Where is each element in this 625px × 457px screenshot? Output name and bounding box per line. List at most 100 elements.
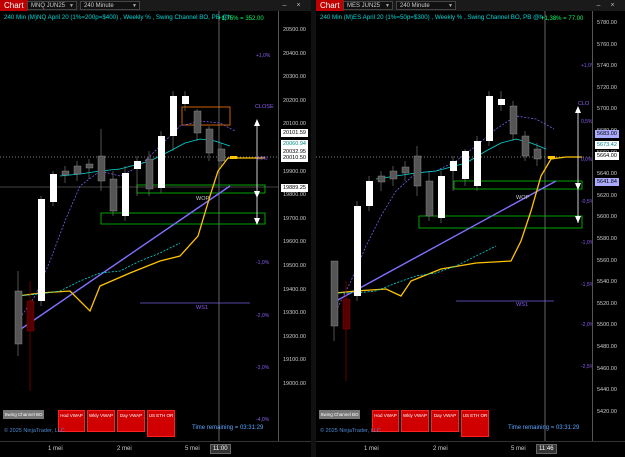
left-time-remaining: Time remaining = 03:31:29 — [192, 425, 264, 431]
price-tick-label: 5420.00 — [597, 408, 617, 415]
ws1-label: WS1 — [516, 302, 528, 308]
wop-label: WOP — [196, 196, 210, 202]
date-label: 2 mei — [433, 446, 448, 452]
left-instrument-value: MNQ JUN25 — [31, 3, 66, 9]
chevron-down-icon: ▼ — [385, 3, 390, 9]
right-instrument-select[interactable]: MES JUN25 ▼ — [343, 1, 393, 10]
percent-level-label: +1,0% — [256, 53, 271, 59]
price-tick-label: 5620.00 — [597, 192, 617, 199]
price-tick-label: 5740.00 — [597, 63, 617, 70]
close-label: CLO — [578, 101, 590, 107]
left-chart-title: 240 Min (M)NQ April 20 (1%=200p=$400) , … — [4, 14, 232, 21]
left-date-axis: 1 mei 2 mei 5 mei 11:00 — [0, 441, 311, 457]
chevron-down-icon: ▼ — [448, 3, 453, 9]
price-tick-label: 5540.00 — [597, 279, 617, 286]
swing-channel-bo-button[interactable]: Swing Channel BO — [319, 410, 360, 419]
date-label: 5 mei — [511, 446, 526, 452]
percent-level-label: -3,0% — [256, 365, 270, 371]
wkly-vwap-button[interactable]: Wkly VWAP — [87, 410, 115, 432]
right-date-axis: 1 mei 2 mei 5 mei 11:46 — [316, 441, 625, 457]
price-tick-label: 5460.00 — [597, 365, 617, 372]
price-marker-box: 5673.42 — [595, 141, 619, 149]
price-tick-label: 5720.00 — [597, 84, 617, 91]
price-tick-label: 19700.00 — [283, 215, 306, 222]
left-copyright: © 2025 NinjaTrader, LLC — [4, 428, 65, 434]
left-price-axis[interactable]: 20500.00 20400.00 20300.00 20200.00 20100.00… — [278, 11, 311, 441]
price-marker-box: 20101.59 — [281, 129, 308, 137]
date-label: 1 mei — [364, 446, 379, 452]
price-tick-label: 19100.00 — [283, 357, 306, 364]
right-chart-panel: Chart MES JUN25 ▼ 240 Minute ▼ – × 240 M… — [316, 0, 625, 457]
left-plot-area[interactable] — [0, 11, 278, 441]
close-label: CLOSE — [255, 104, 274, 110]
price-tick-label: 19900.00 — [283, 168, 306, 175]
price-tick-label: 5580.00 — [597, 236, 617, 242]
percent-level-label: 0,5% — [581, 119, 593, 125]
left-chart-tab[interactable]: Chart — [0, 0, 28, 11]
price-marker-box: 20010.50 — [281, 154, 308, 162]
price-marker-box: 5641.84 — [595, 178, 619, 186]
price-tick-label: 5780.00 — [597, 20, 617, 26]
right-price-axis[interactable]: 5780.005760.005740.005720.005700.005680.… — [592, 11, 625, 441]
minimize-icon[interactable]: – — [594, 1, 603, 10]
price-marker-box: 20060.94 — [281, 140, 308, 148]
left-interval-value: 240 Minute — [84, 3, 114, 9]
left-pct-top: +1,75% = 352.00 — [218, 16, 264, 22]
ws1-label: WS1 — [196, 305, 208, 311]
us-eth-or-button[interactable]: US ETH OR — [147, 410, 175, 437]
chevron-down-icon: ▼ — [69, 3, 74, 9]
percent-level-label: -1,0% — [256, 260, 270, 266]
close-icon[interactable]: × — [294, 1, 303, 10]
price-tick-label: 19600.00 — [283, 239, 306, 246]
right-cursor-time: 11:46 — [536, 444, 557, 454]
right-pct-top: +1,38% = 77.00 — [541, 16, 584, 22]
price-tick-label: 5560.00 — [597, 257, 617, 264]
percent-level-label: -4,0% — [256, 417, 270, 423]
price-tick-label: 19500.00 — [283, 263, 306, 269]
price-tick-label: 5760.00 — [597, 41, 617, 48]
us-eth-or-button[interactable]: US ETH OR — [461, 410, 489, 437]
left-instrument-select[interactable]: MNQ JUN25 ▼ — [27, 1, 77, 10]
day-vwap-button[interactable]: Day VWAP — [431, 410, 459, 432]
price-marker-box: 5683.00 — [595, 130, 619, 138]
swing-channel-bo-button[interactable]: Swing Channel BO — [3, 410, 44, 419]
price-tick-label: 20200.00 — [283, 97, 306, 104]
right-chart-tab[interactable]: Chart — [316, 0, 344, 11]
price-tick-label: 20100.00 — [283, 121, 306, 128]
right-chart-title: 240 Min (M)ES April 20 (1%=50p=$300) , W… — [320, 14, 543, 21]
price-tick-label: 20500.00 — [283, 27, 306, 33]
price-tick-label: 5480.00 — [597, 344, 617, 350]
percent-level-label: 0,0% — [256, 156, 268, 162]
price-tick-label: 20300.00 — [283, 74, 306, 81]
right-time-remaining: Time remaining = 03:31:29 — [508, 425, 580, 431]
price-tick-label: 5600.00 — [597, 214, 617, 221]
percent-level-label: -2,0% — [256, 313, 270, 319]
price-tick-label: 19000.00 — [283, 381, 306, 387]
price-tick-label: 5700.00 — [597, 106, 617, 113]
wkly-vwap-button[interactable]: Wkly VWAP — [401, 410, 429, 432]
price-tick-label: 19200.00 — [283, 333, 306, 340]
right-interval-value: 240 Minute — [400, 3, 430, 9]
percent-level-label: 0,0% — [581, 157, 593, 163]
date-label: 2 mei — [117, 446, 132, 452]
left-cursor-time: 11:00 — [210, 444, 231, 454]
price-tick-label: 20400.00 — [283, 50, 306, 57]
price-marker-box: 5664.00 — [595, 152, 619, 160]
right-plot-area[interactable] — [316, 11, 592, 441]
price-tick-label: 19800.00 — [283, 192, 306, 199]
right-instrument-value: MES JUN25 — [347, 3, 381, 9]
price-tick-label: 5440.00 — [597, 387, 617, 394]
price-tick-label: 19400.00 — [283, 286, 306, 293]
left-chart-panel: Chart MNQ JUN25 ▼ 240 Minute ▼ – × 240 M… — [0, 0, 311, 457]
price-tick-label: 5500.00 — [597, 322, 617, 329]
date-label: 1 mei — [48, 446, 63, 452]
wop-label: WOP — [516, 195, 530, 201]
minimize-icon[interactable]: – — [280, 1, 289, 10]
left-interval-select[interactable]: 240 Minute ▼ — [80, 1, 140, 10]
day-vwap-button[interactable]: Day VWAP — [117, 410, 145, 432]
right-interval-select[interactable]: 240 Minute ▼ — [396, 1, 456, 10]
right-copyright: © 2025 NinjaTrader, LLC — [320, 428, 381, 434]
price-tick-label: 19300.00 — [283, 310, 306, 317]
price-tick-label: 5520.00 — [597, 300, 617, 307]
close-icon[interactable]: × — [608, 1, 617, 10]
